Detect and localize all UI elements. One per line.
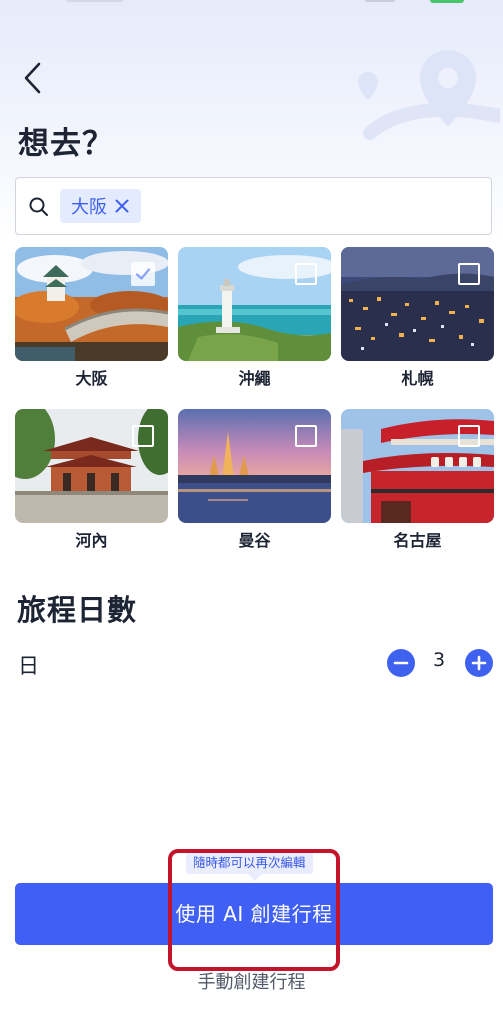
- selected-destination-chip[interactable]: 大阪: [60, 189, 141, 223]
- status-bar: [0, 0, 503, 10]
- checkbox-icon[interactable]: [295, 263, 317, 285]
- checkbox-icon[interactable]: [131, 262, 155, 286]
- search-icon: [29, 197, 48, 216]
- chevron-left-icon: [24, 62, 41, 94]
- destination-label: 沖繩: [238, 369, 271, 388]
- chip-label: 大阪: [71, 197, 107, 218]
- checkbox-icon[interactable]: [458, 425, 480, 447]
- battery-icon: [430, 0, 464, 3]
- destination-search-input[interactable]: 大阪: [15, 177, 492, 235]
- minus-circle-icon[interactable]: [387, 649, 415, 677]
- map-pin-decoration-icon: [358, 50, 500, 140]
- day-unit-label: 日: [18, 654, 39, 678]
- destination-label: 河內: [75, 531, 108, 550]
- back-button[interactable]: [16, 58, 52, 98]
- days-value: 3: [432, 649, 446, 671]
- destination-label: 大阪: [75, 369, 108, 388]
- checkbox-icon[interactable]: [295, 425, 317, 447]
- trip-days-title: 旅程日數: [17, 593, 138, 627]
- manual-create-itinerary-link[interactable]: 手動創建行程: [0, 968, 503, 994]
- status-time: [66, 0, 124, 2]
- checkbox-icon[interactable]: [132, 425, 154, 447]
- signal-icon: [365, 0, 395, 2]
- destination-label: 名古屋: [393, 531, 442, 550]
- page-title: 想去？: [18, 126, 114, 162]
- destination-label: 札幌: [401, 369, 434, 388]
- destination-label: 曼谷: [238, 531, 271, 550]
- tooltip-tail: [248, 874, 262, 881]
- ai-create-itinerary-button[interactable]: 使用 AI 創建行程: [15, 883, 493, 945]
- days-stepper: 3: [385, 648, 493, 678]
- plus-circle-icon[interactable]: [465, 649, 493, 677]
- edit-hint-tooltip: 隨時都可以再次編輯: [186, 852, 313, 874]
- close-icon[interactable]: [115, 199, 129, 213]
- checkbox-icon[interactable]: [458, 263, 480, 285]
